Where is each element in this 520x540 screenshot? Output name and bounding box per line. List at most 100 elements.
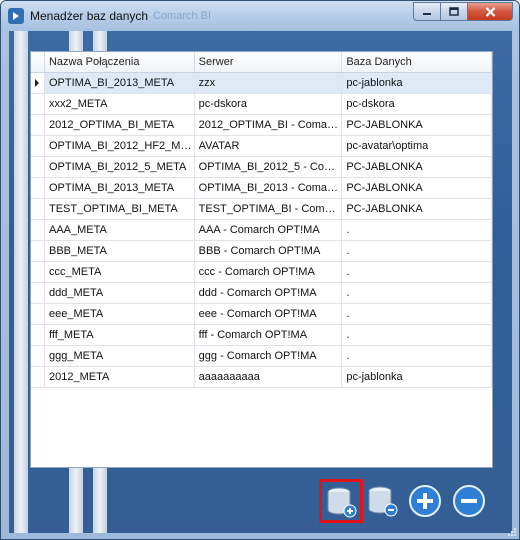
cell-connection-name[interactable]: fff_META: [45, 325, 195, 345]
cell-database[interactable]: .: [342, 325, 492, 345]
table-row[interactable]: fff_META fff - Comarch OPT!MA.: [31, 325, 492, 346]
resize-grip-icon[interactable]: [507, 527, 517, 537]
cell-database[interactable]: .: [342, 346, 492, 366]
cell-connection-name[interactable]: 2012_META: [45, 367, 195, 387]
window-controls: [413, 2, 513, 21]
cell-database[interactable]: pc-avatar\optima: [342, 136, 492, 156]
cell-database[interactable]: .: [342, 304, 492, 324]
cell-server[interactable]: fff - Comarch OPT!MA: [195, 325, 343, 345]
row-indicator[interactable]: [31, 73, 45, 93]
row-indicator[interactable]: [31, 220, 45, 240]
decorative-stripe: [14, 31, 28, 533]
row-indicator[interactable]: [31, 178, 45, 198]
cell-database[interactable]: .: [342, 241, 492, 261]
table-row[interactable]: eee_META eee - Comarch OPT!MA.: [31, 304, 492, 325]
cell-server[interactable]: AVATAR: [195, 136, 343, 156]
table-row[interactable]: OPTIMA_BI_2013_META zzx pc-jablonka: [31, 73, 492, 94]
maximize-button[interactable]: [440, 2, 467, 21]
cell-database[interactable]: .: [342, 283, 492, 303]
minimize-icon: [423, 12, 431, 15]
add-database-button[interactable]: [319, 479, 363, 523]
table-row[interactable]: ggg_META ggg - Comarch OPT!MA.: [31, 346, 492, 367]
cell-connection-name[interactable]: AAA_META: [45, 220, 195, 240]
cell-connection-name[interactable]: OPTIMA_BI_2012_5_META: [45, 157, 195, 177]
row-indicator[interactable]: [31, 262, 45, 282]
column-header-connection-name[interactable]: Nazwa Połączenia: [45, 52, 195, 72]
cell-database[interactable]: .: [342, 262, 492, 282]
row-indicator[interactable]: [31, 325, 45, 345]
database-manager-window: Menadżer baz danych Comarch BI Nazwa Poł…: [0, 0, 520, 540]
table-row[interactable]: AAA_META AAA - Comarch OPT!MA.: [31, 220, 492, 241]
cell-server[interactable]: TEST_OPTIMA_BI - Comarch OPT!MA: [195, 199, 343, 219]
add-button[interactable]: [407, 483, 443, 519]
close-icon: [485, 6, 495, 17]
app-icon: [8, 8, 24, 24]
current-row-arrow-icon: [35, 79, 39, 87]
row-indicator[interactable]: [31, 283, 45, 303]
cell-server[interactable]: pc-dskora: [195, 94, 343, 114]
row-indicator[interactable]: [31, 157, 45, 177]
cell-connection-name[interactable]: eee_META: [45, 304, 195, 324]
cell-database[interactable]: PC-JABLONKA: [342, 115, 492, 135]
grid-body: OPTIMA_BI_2013_META zzx pc-jablonka xxx2_ME…: [31, 73, 492, 388]
window-title-ghost: Comarch BI: [153, 10, 212, 22]
cell-connection-name[interactable]: xxx2_META: [45, 94, 195, 114]
database-remove-icon: [368, 486, 398, 517]
cell-connection-name[interactable]: OPTIMA_BI_2013_META: [44, 73, 195, 93]
cell-database[interactable]: PC-JABLONKA: [342, 178, 492, 198]
cell-database[interactable]: pc-dskora: [342, 94, 492, 114]
cell-server[interactable]: ddd - Comarch OPT!MA: [195, 283, 343, 303]
cell-server[interactable]: AAA - Comarch OPT!MA: [195, 220, 343, 240]
row-indicator[interactable]: [31, 94, 45, 114]
cell-connection-name[interactable]: BBB_META: [45, 241, 195, 261]
cell-server[interactable]: ggg - Comarch OPT!MA: [195, 346, 343, 366]
toolbar: [319, 479, 499, 523]
cell-connection-name[interactable]: OPTIMA_BI_2012_HF2_META: [45, 136, 195, 156]
cell-database[interactable]: .: [342, 220, 492, 240]
row-indicator[interactable]: [31, 199, 45, 219]
table-row[interactable]: xxx2_META pc-dskora pc-dskora: [31, 94, 492, 115]
table-row[interactable]: TEST_OPTIMA_BI_META TEST_OPTIMA_BI - Coma…: [31, 199, 492, 220]
row-indicator[interactable]: [31, 115, 45, 135]
title-bar[interactable]: Menadżer baz danych Comarch BI: [1, 1, 519, 31]
cell-server[interactable]: OPTIMA_BI_2013 - Comarch OPT!MA: [195, 178, 343, 198]
cell-server[interactable]: BBB - Comarch OPT!MA: [195, 241, 343, 261]
cell-connection-name[interactable]: ggg_META: [45, 346, 195, 366]
cell-connection-name[interactable]: ddd_META: [45, 283, 195, 303]
row-indicator[interactable]: [31, 304, 45, 324]
row-indicator[interactable]: [31, 241, 45, 261]
row-indicator[interactable]: [31, 367, 45, 387]
cell-connection-name[interactable]: TEST_OPTIMA_BI_META: [45, 199, 195, 219]
cell-server[interactable]: eee - Comarch OPT!MA: [195, 304, 343, 324]
column-header-database[interactable]: Baza Danych: [342, 52, 492, 72]
table-row[interactable]: BBB_META BBB - Comarch OPT!MA.: [31, 241, 492, 262]
cell-database[interactable]: PC-JABLONKA: [342, 199, 492, 219]
row-indicator[interactable]: [31, 346, 45, 366]
cell-server[interactable]: 2012_OPTIMA_BI - Comarch OPT!MA: [195, 115, 343, 135]
cell-server[interactable]: ccc - Comarch OPT!MA: [195, 262, 343, 282]
table-row[interactable]: ddd_META ddd - Comarch OPT!MA.: [31, 283, 492, 304]
cell-database[interactable]: pc-jablonka: [342, 367, 492, 387]
cell-server[interactable]: OPTIMA_BI_2012_5 - Comarch OPT!MA: [195, 157, 343, 177]
remove-database-button[interactable]: [364, 482, 400, 518]
table-row[interactable]: ccc_META ccc - Comarch OPT!MA.: [31, 262, 492, 283]
table-row[interactable]: OPTIMA_BI_2012_5_META OPTIMA_BI_2012_5 - …: [31, 157, 492, 178]
minimize-button[interactable]: [413, 2, 440, 21]
cell-connection-name[interactable]: OPTIMA_BI_2013_META: [45, 178, 195, 198]
row-indicator[interactable]: [31, 136, 45, 156]
cell-database[interactable]: PC-JABLONKA: [342, 157, 492, 177]
column-header-server[interactable]: Serwer: [195, 52, 343, 72]
cell-connection-name[interactable]: ccc_META: [45, 262, 195, 282]
table-row[interactable]: 2012_OPTIMA_BI_META 2012_OPTIMA_BI - Coma…: [31, 115, 492, 136]
table-row[interactable]: 2012_META aaaaaaaaaa pc-jablonka: [31, 367, 492, 388]
table-row[interactable]: OPTIMA_BI_2012_HF2_META AVATAR pc-avatar\o…: [31, 136, 492, 157]
table-row[interactable]: OPTIMA_BI_2013_META OPTIMA_BI_2013 - Coma…: [31, 178, 492, 199]
cell-server[interactable]: zzx: [194, 73, 343, 93]
grid-header: Nazwa Połączenia Serwer Baza Danych: [31, 52, 492, 73]
cell-connection-name[interactable]: 2012_OPTIMA_BI_META: [45, 115, 195, 135]
close-button[interactable]: [467, 2, 513, 21]
connections-grid[interactable]: Nazwa Połączenia Serwer Baza Danych OPTI…: [30, 51, 493, 468]
cell-database[interactable]: pc-jablonka: [342, 73, 492, 93]
remove-button[interactable]: [451, 483, 487, 519]
cell-server[interactable]: aaaaaaaaaa: [195, 367, 343, 387]
